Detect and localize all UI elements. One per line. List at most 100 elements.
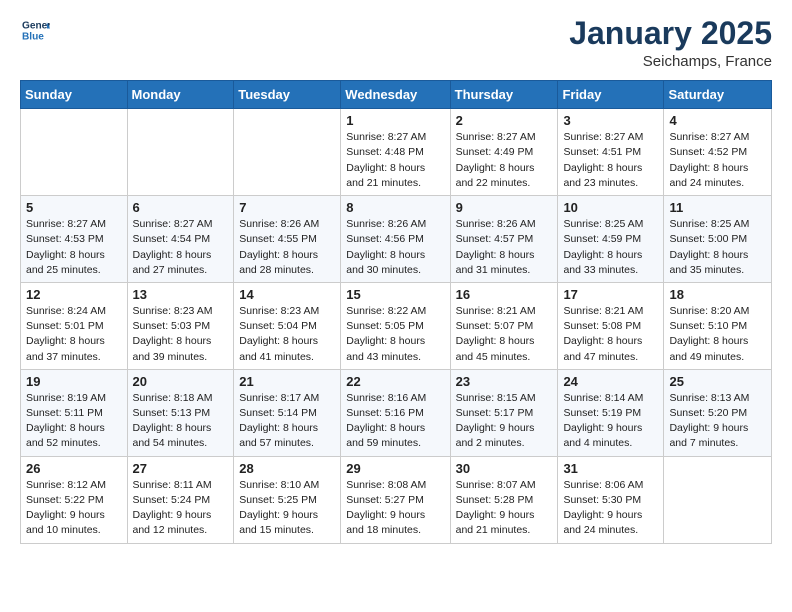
header-thursday: Thursday	[450, 81, 558, 109]
cell-day-number: 28	[239, 461, 335, 476]
cell-day-number: 16	[456, 287, 553, 302]
cell-2-1: 5 Sunrise: 8:27 AM Sunset: 4:53 PM Daylig…	[21, 196, 128, 283]
cell-info-text: Sunrise: 8:10 AM Sunset: 5:25 PM Dayligh…	[239, 478, 335, 539]
cell-day-number: 6	[133, 200, 229, 215]
cell-info-text: Sunrise: 8:19 AM Sunset: 5:11 PM Dayligh…	[26, 391, 122, 452]
cell-5-5: 30 Sunrise: 8:07 AM Sunset: 5:28 PM Dayli…	[450, 456, 558, 543]
cell-day-number: 2	[456, 113, 553, 128]
cell-4-2: 20Sunrise: 8:18 AM Sunset: 5:13 PM Dayli…	[127, 369, 234, 456]
cell-info-text: Sunrise: 8:27 AM Sunset: 4:48 PM Dayligh…	[346, 130, 444, 191]
cell-3-7: 18Sunrise: 8:20 AM Sunset: 5:10 PM Dayli…	[664, 282, 772, 369]
header-wednesday: Wednesday	[341, 81, 450, 109]
logo-icon: General Blue	[22, 16, 50, 44]
cell-1-3	[234, 109, 341, 196]
week-row-5: 26 Sunrise: 8:12 AM Sunset: 5:22 PM Dayli…	[21, 456, 772, 543]
header: General Blue January 2025 Seichamps, Fra…	[20, 16, 772, 70]
cell-info-text: Sunrise: 8:25 AM Sunset: 4:59 PM Dayligh…	[563, 217, 658, 278]
calendar-table: Sunday Monday Tuesday Wednesday Thursday…	[20, 80, 772, 543]
cell-info-text: Sunrise: 8:22 AM Sunset: 5:05 PM Dayligh…	[346, 304, 444, 365]
cell-4-7: 25 Sunrise: 8:13 AM Sunset: 5:20 PM Dayli…	[664, 369, 772, 456]
cell-day-number: 26	[26, 461, 122, 476]
cell-4-6: 24Sunrise: 8:14 AM Sunset: 5:19 PM Dayli…	[558, 369, 664, 456]
cell-3-5: 16 Sunrise: 8:21 AM Sunset: 5:07 PM Dayli…	[450, 282, 558, 369]
cell-5-6: 31Sunrise: 8:06 AM Sunset: 5:30 PM Dayli…	[558, 456, 664, 543]
cell-3-6: 17 Sunrise: 8:21 AM Sunset: 5:08 PM Dayli…	[558, 282, 664, 369]
cell-day-number: 15	[346, 287, 444, 302]
cell-info-text: Sunrise: 8:16 AM Sunset: 5:16 PM Dayligh…	[346, 391, 444, 452]
cell-info-text: Sunrise: 8:23 AM Sunset: 5:04 PM Dayligh…	[239, 304, 335, 365]
cell-day-number: 24	[563, 374, 658, 389]
cell-info-text: Sunrise: 8:27 AM Sunset: 4:51 PM Dayligh…	[563, 130, 658, 191]
week-row-3: 12Sunrise: 8:24 AM Sunset: 5:01 PM Dayli…	[21, 282, 772, 369]
cell-day-number: 3	[563, 113, 658, 128]
title-block: January 2025 Seichamps, France	[569, 16, 772, 70]
cell-1-7: 4Sunrise: 8:27 AM Sunset: 4:52 PM Daylig…	[664, 109, 772, 196]
cell-day-number: 8	[346, 200, 444, 215]
cell-day-number: 14	[239, 287, 335, 302]
cell-info-text: Sunrise: 8:25 AM Sunset: 5:00 PM Dayligh…	[669, 217, 766, 278]
cell-info-text: Sunrise: 8:17 AM Sunset: 5:14 PM Dayligh…	[239, 391, 335, 452]
cell-info-text: Sunrise: 8:11 AM Sunset: 5:24 PM Dayligh…	[133, 478, 229, 539]
cell-day-number: 18	[669, 287, 766, 302]
week-row-4: 19 Sunrise: 8:19 AM Sunset: 5:11 PM Dayli…	[21, 369, 772, 456]
header-tuesday: Tuesday	[234, 81, 341, 109]
cell-3-4: 15 Sunrise: 8:22 AM Sunset: 5:05 PM Dayli…	[341, 282, 450, 369]
cell-info-text: Sunrise: 8:27 AM Sunset: 4:52 PM Dayligh…	[669, 130, 766, 191]
cell-info-text: Sunrise: 8:26 AM Sunset: 4:55 PM Dayligh…	[239, 217, 335, 278]
cell-1-4: 1 Sunrise: 8:27 AM Sunset: 4:48 PM Daylig…	[341, 109, 450, 196]
cell-2-6: 10 Sunrise: 8:25 AM Sunset: 4:59 PM Dayli…	[558, 196, 664, 283]
cell-3-1: 12Sunrise: 8:24 AM Sunset: 5:01 PM Dayli…	[21, 282, 128, 369]
cell-2-5: 9Sunrise: 8:26 AM Sunset: 4:57 PM Daylig…	[450, 196, 558, 283]
cell-info-text: Sunrise: 8:24 AM Sunset: 5:01 PM Dayligh…	[26, 304, 122, 365]
header-sunday: Sunday	[21, 81, 128, 109]
cell-2-2: 6Sunrise: 8:27 AM Sunset: 4:54 PM Daylig…	[127, 196, 234, 283]
cell-day-number: 19	[26, 374, 122, 389]
cell-day-number: 23	[456, 374, 553, 389]
cell-5-7	[664, 456, 772, 543]
cell-4-4: 22 Sunrise: 8:16 AM Sunset: 5:16 PM Dayli…	[341, 369, 450, 456]
svg-text:Blue: Blue	[22, 31, 44, 42]
cell-info-text: Sunrise: 8:27 AM Sunset: 4:53 PM Dayligh…	[26, 217, 122, 278]
header-friday: Friday	[558, 81, 664, 109]
week-row-1: 1 Sunrise: 8:27 AM Sunset: 4:48 PM Daylig…	[21, 109, 772, 196]
cell-3-3: 14 Sunrise: 8:23 AM Sunset: 5:04 PM Dayli…	[234, 282, 341, 369]
cell-5-3: 28 Sunrise: 8:10 AM Sunset: 5:25 PM Dayli…	[234, 456, 341, 543]
cell-4-3: 21 Sunrise: 8:17 AM Sunset: 5:14 PM Dayli…	[234, 369, 341, 456]
cell-1-6: 3 Sunrise: 8:27 AM Sunset: 4:51 PM Daylig…	[558, 109, 664, 196]
cell-day-number: 20	[133, 374, 229, 389]
calendar-body: 1 Sunrise: 8:27 AM Sunset: 4:48 PM Daylig…	[21, 109, 772, 543]
cell-5-4: 29Sunrise: 8:08 AM Sunset: 5:27 PM Dayli…	[341, 456, 450, 543]
cell-day-number: 1	[346, 113, 444, 128]
cell-4-1: 19 Sunrise: 8:19 AM Sunset: 5:11 PM Dayli…	[21, 369, 128, 456]
cell-day-number: 13	[133, 287, 229, 302]
logo: General Blue	[20, 16, 50, 49]
cell-2-7: 11 Sunrise: 8:25 AM Sunset: 5:00 PM Dayli…	[664, 196, 772, 283]
cell-day-number: 17	[563, 287, 658, 302]
page: General Blue January 2025 Seichamps, Fra…	[0, 0, 792, 560]
cell-info-text: Sunrise: 8:27 AM Sunset: 4:49 PM Dayligh…	[456, 130, 553, 191]
header-saturday: Saturday	[664, 81, 772, 109]
cell-2-3: 7Sunrise: 8:26 AM Sunset: 4:55 PM Daylig…	[234, 196, 341, 283]
cell-info-text: Sunrise: 8:12 AM Sunset: 5:22 PM Dayligh…	[26, 478, 122, 539]
cell-3-2: 13 Sunrise: 8:23 AM Sunset: 5:03 PM Dayli…	[127, 282, 234, 369]
week-row-2: 5 Sunrise: 8:27 AM Sunset: 4:53 PM Daylig…	[21, 196, 772, 283]
cell-1-5: 2 Sunrise: 8:27 AM Sunset: 4:49 PM Daylig…	[450, 109, 558, 196]
cell-info-text: Sunrise: 8:21 AM Sunset: 5:08 PM Dayligh…	[563, 304, 658, 365]
cell-info-text: Sunrise: 8:21 AM Sunset: 5:07 PM Dayligh…	[456, 304, 553, 365]
cell-day-number: 11	[669, 200, 766, 215]
cell-day-number: 10	[563, 200, 658, 215]
cell-5-1: 26 Sunrise: 8:12 AM Sunset: 5:22 PM Dayli…	[21, 456, 128, 543]
cell-info-text: Sunrise: 8:07 AM Sunset: 5:28 PM Dayligh…	[456, 478, 553, 539]
cell-day-number: 30	[456, 461, 553, 476]
cell-day-number: 21	[239, 374, 335, 389]
cell-day-number: 22	[346, 374, 444, 389]
calendar-title: January 2025	[569, 16, 772, 51]
cell-day-number: 5	[26, 200, 122, 215]
cell-day-number: 27	[133, 461, 229, 476]
cell-day-number: 29	[346, 461, 444, 476]
cell-2-4: 8Sunrise: 8:26 AM Sunset: 4:56 PM Daylig…	[341, 196, 450, 283]
cell-info-text: Sunrise: 8:23 AM Sunset: 5:03 PM Dayligh…	[133, 304, 229, 365]
cell-info-text: Sunrise: 8:26 AM Sunset: 4:57 PM Dayligh…	[456, 217, 553, 278]
cell-info-text: Sunrise: 8:13 AM Sunset: 5:20 PM Dayligh…	[669, 391, 766, 452]
cell-day-number: 25	[669, 374, 766, 389]
